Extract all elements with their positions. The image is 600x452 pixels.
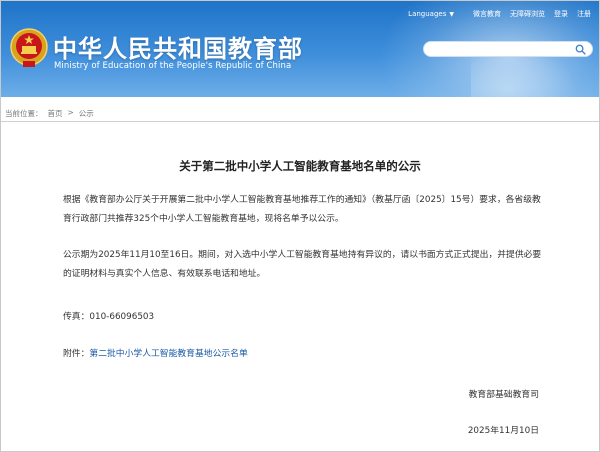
breadcrumb: 当前位置： 首页 > 公示 [5, 108, 99, 119]
caret-down-icon: ▼ [449, 10, 454, 18]
site-subtitle: Ministry of Education of the People's Re… [54, 61, 292, 71]
site-title[interactable]: 中华人民共和国教育部 [53, 29, 303, 64]
breadcrumb-separator: > [67, 108, 74, 117]
article-title: 关于第二批中小学人工智能教育基地名单的公示 [179, 159, 421, 173]
search-icon[interactable] [575, 44, 586, 55]
weibo-link[interactable]: 微言教育 [473, 9, 501, 19]
breadcrumb-prefix: 当前位置： [5, 109, 43, 118]
attachment-label: 附件： [63, 349, 90, 359]
languages-dropdown[interactable]: Languages ▼ [408, 10, 454, 18]
accessible-link[interactable]: 无障碍浏览 [510, 9, 545, 19]
register-link[interactable]: 注册 [577, 9, 591, 19]
search-input[interactable] [423, 41, 593, 57]
article-paragraph-1: 根据《教育部办公厅关于开展第二批中小学人工智能教育基地推荐工作的通知》（教基厅函… [63, 195, 541, 224]
divider [1, 121, 599, 122]
article-paragraph-2: 公示期为2025年11月10至16日。期间，对入选中小学人工智能教育基地持有异议… [63, 250, 542, 279]
signature-org: 教育部基础教育司 [468, 390, 539, 400]
fax-line: 传真：010-66096503 [63, 312, 155, 322]
login-link[interactable]: 登录 [554, 9, 568, 19]
breadcrumb-current[interactable]: 公示 [79, 108, 94, 119]
attachment-link[interactable]: 第二批中小学人工智能教育基地公示名单 [89, 349, 247, 359]
site-header: 中华人民共和国教育部 Ministry of Education of the … [1, 1, 599, 97]
languages-label: Languages [408, 10, 447, 18]
breadcrumb-home[interactable]: 首页 [48, 108, 63, 119]
page-frame: 中华人民共和国教育部 Ministry of Education of the … [0, 0, 600, 452]
top-links: Languages ▼ 微言教育 无障碍浏览 登录 注册 [408, 9, 591, 19]
national-emblem-icon[interactable] [9, 27, 49, 69]
signature-date: 2025年11月10日 [467, 426, 539, 436]
attachment-line: 附件：第二批中小学人工智能教育基地公示名单 [63, 345, 545, 364]
